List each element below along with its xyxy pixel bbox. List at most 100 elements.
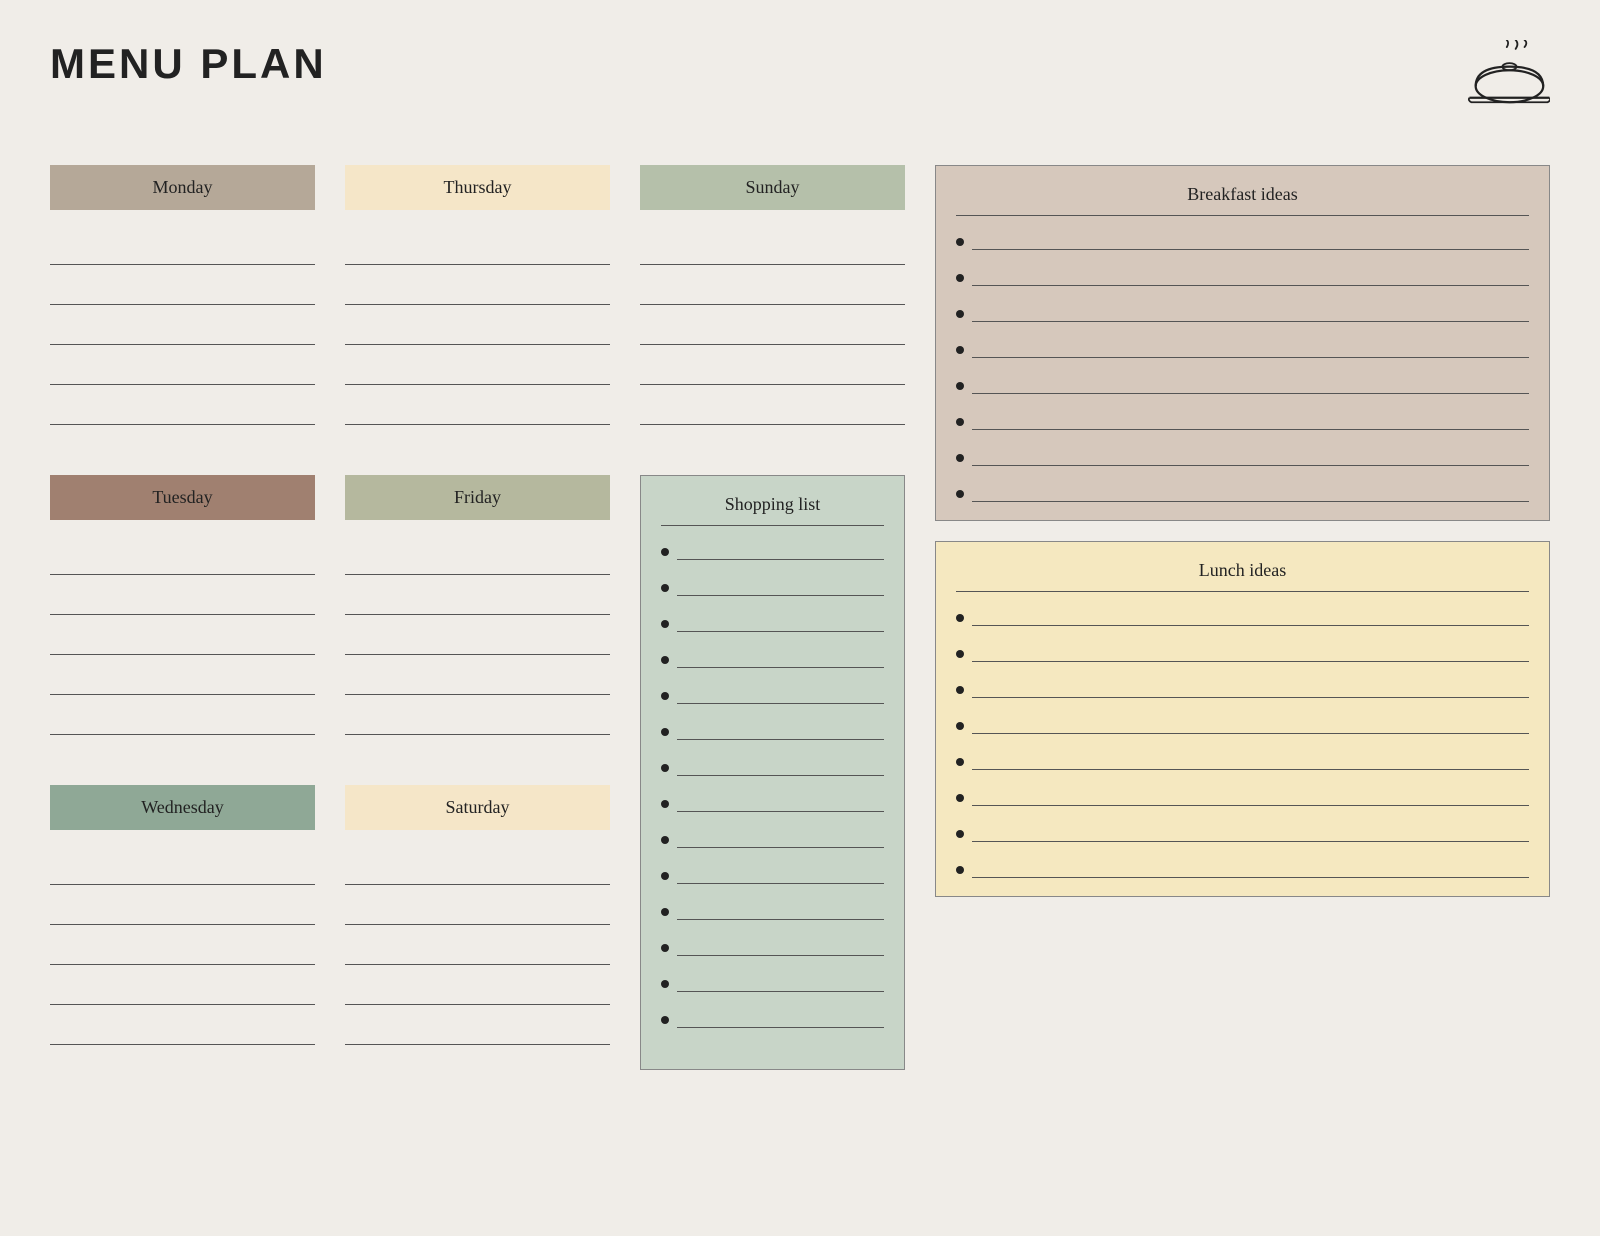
write-line[interactable] xyxy=(50,245,315,265)
bullet-point xyxy=(661,836,669,844)
write-line[interactable] xyxy=(50,555,315,575)
write-line[interactable] xyxy=(640,285,905,305)
write-line[interactable] xyxy=(345,325,610,345)
write-line[interactable] xyxy=(640,365,905,385)
write-line[interactable] xyxy=(345,365,610,385)
write-line[interactable] xyxy=(677,612,884,632)
write-line[interactable] xyxy=(972,858,1529,878)
list-item[interactable] xyxy=(661,576,884,596)
write-line[interactable] xyxy=(677,648,884,668)
bullet-point xyxy=(661,728,669,736)
write-line[interactable] xyxy=(972,606,1529,626)
list-item[interactable] xyxy=(661,540,884,560)
write-line[interactable] xyxy=(50,635,315,655)
write-line[interactable] xyxy=(640,325,905,345)
write-line[interactable] xyxy=(50,325,315,345)
list-item[interactable] xyxy=(956,410,1529,430)
list-item[interactable] xyxy=(661,720,884,740)
write-line[interactable] xyxy=(345,675,610,695)
write-line[interactable] xyxy=(345,635,610,655)
write-line[interactable] xyxy=(50,1025,315,1045)
write-line[interactable] xyxy=(50,715,315,735)
list-item[interactable] xyxy=(956,822,1529,842)
write-line[interactable] xyxy=(677,1008,884,1028)
write-line[interactable] xyxy=(972,482,1529,502)
list-item[interactable] xyxy=(661,1008,884,1028)
write-line[interactable] xyxy=(50,865,315,885)
write-line[interactable] xyxy=(677,720,884,740)
write-line[interactable] xyxy=(972,642,1529,662)
write-line[interactable] xyxy=(345,595,610,615)
write-line[interactable] xyxy=(972,446,1529,466)
list-item[interactable] xyxy=(956,446,1529,466)
write-line[interactable] xyxy=(972,822,1529,842)
write-line[interactable] xyxy=(677,828,884,848)
write-line[interactable] xyxy=(50,285,315,305)
write-line[interactable] xyxy=(345,1025,610,1045)
write-line[interactable] xyxy=(677,792,884,812)
list-item[interactable] xyxy=(956,786,1529,806)
write-line[interactable] xyxy=(345,985,610,1005)
list-item[interactable] xyxy=(661,936,884,956)
write-line[interactable] xyxy=(677,972,884,992)
list-item[interactable] xyxy=(661,792,884,812)
write-line[interactable] xyxy=(972,230,1529,250)
write-line[interactable] xyxy=(677,900,884,920)
write-line[interactable] xyxy=(640,405,905,425)
list-item[interactable] xyxy=(661,684,884,704)
write-line[interactable] xyxy=(50,365,315,385)
write-line[interactable] xyxy=(972,374,1529,394)
write-line[interactable] xyxy=(345,865,610,885)
write-line[interactable] xyxy=(677,540,884,560)
list-item[interactable] xyxy=(661,972,884,992)
list-item[interactable] xyxy=(956,678,1529,698)
list-item[interactable] xyxy=(956,714,1529,734)
list-item[interactable] xyxy=(661,828,884,848)
write-line[interactable] xyxy=(972,302,1529,322)
list-item[interactable] xyxy=(956,858,1529,878)
monday-lines xyxy=(50,230,315,440)
write-line[interactable] xyxy=(677,864,884,884)
write-line[interactable] xyxy=(972,786,1529,806)
write-line[interactable] xyxy=(972,678,1529,698)
write-line[interactable] xyxy=(640,245,905,265)
write-line[interactable] xyxy=(972,750,1529,770)
list-item[interactable] xyxy=(956,230,1529,250)
write-line[interactable] xyxy=(677,756,884,776)
write-line[interactable] xyxy=(345,555,610,575)
write-line[interactable] xyxy=(50,405,315,425)
write-line[interactable] xyxy=(972,410,1529,430)
write-line[interactable] xyxy=(677,936,884,956)
write-line[interactable] xyxy=(345,905,610,925)
list-item[interactable] xyxy=(956,750,1529,770)
list-item[interactable] xyxy=(661,864,884,884)
list-item[interactable] xyxy=(956,338,1529,358)
list-item[interactable] xyxy=(956,266,1529,286)
list-item[interactable] xyxy=(661,756,884,776)
write-line[interactable] xyxy=(345,715,610,735)
write-line[interactable] xyxy=(345,945,610,965)
list-item[interactable] xyxy=(661,612,884,632)
list-item[interactable] xyxy=(956,302,1529,322)
write-line[interactable] xyxy=(50,945,315,965)
write-line[interactable] xyxy=(972,714,1529,734)
write-line[interactable] xyxy=(345,245,610,265)
saturday-section: Saturday xyxy=(345,785,610,1060)
write-line[interactable] xyxy=(677,576,884,596)
write-line[interactable] xyxy=(345,405,610,425)
bullet-point xyxy=(956,274,964,282)
write-line[interactable] xyxy=(972,338,1529,358)
write-line[interactable] xyxy=(50,595,315,615)
list-item[interactable] xyxy=(661,648,884,668)
write-line[interactable] xyxy=(677,684,884,704)
write-line[interactable] xyxy=(972,266,1529,286)
list-item[interactable] xyxy=(956,642,1529,662)
write-line[interactable] xyxy=(50,675,315,695)
list-item[interactable] xyxy=(956,606,1529,626)
write-line[interactable] xyxy=(345,285,610,305)
write-line[interactable] xyxy=(50,985,315,1005)
list-item[interactable] xyxy=(661,900,884,920)
write-line[interactable] xyxy=(50,905,315,925)
list-item[interactable] xyxy=(956,374,1529,394)
list-item[interactable] xyxy=(956,482,1529,502)
